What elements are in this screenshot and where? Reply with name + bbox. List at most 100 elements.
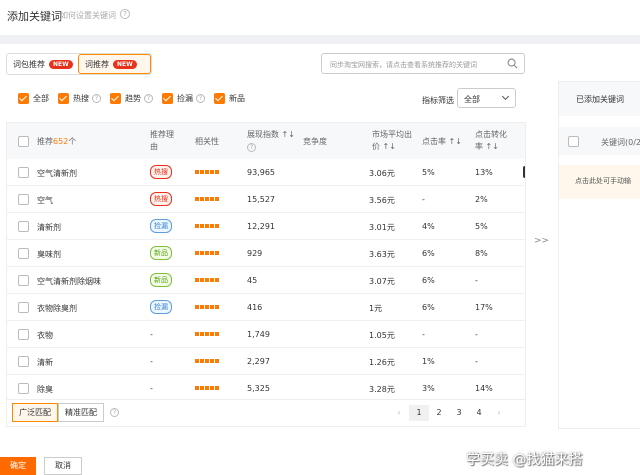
metric-filter-select[interactable]: 全部 [457,88,516,108]
reason-tag: 新品 [150,273,172,287]
cvr-cell: 17% [475,303,493,312]
filter-hot[interactable]: 热搜 ? [58,93,101,104]
col-cvr[interactable]: 点击转化率 ↑↓ [475,129,513,153]
table-row[interactable]: 除臭 - 5,325 3.28元 3% 14% [7,375,525,399]
row-checkbox[interactable] [18,275,29,286]
table-header: 推荐652个 推荐理由 相关性 展现指数 ↑↓? 竞争度 市场平均出价 ↑↓ 点… [7,123,525,159]
filter-new[interactable]: 新品 [214,93,245,104]
select-value: 全部 [464,95,480,104]
select-all-checkbox[interactable] [568,136,579,147]
exact-match-button[interactable]: 精准匹配 [58,403,104,422]
price-cell: 3.56元 [369,196,395,205]
col-competition: 竞争度 [303,137,327,146]
col-ctr[interactable]: 点击率 ↑↓ [422,136,462,148]
help-icon[interactable]: ? [110,408,119,417]
relevance-stars [195,332,219,336]
cancel-button[interactable]: 取消 [44,457,82,475]
dialog-header: 添加关键词 如何设置关键词 ? [0,0,640,28]
select-all-checkbox[interactable] [18,136,29,147]
tab-package-recommend[interactable]: 词包推荐 NEW [7,54,78,74]
price-cell: 3.06元 [369,169,395,178]
help-icon[interactable]: ? [247,143,256,152]
row-checkbox[interactable] [18,167,29,178]
filter-trend[interactable]: 趋势 ? [110,93,153,104]
scrollbar-thumb[interactable] [523,166,525,178]
ctr-cell: 6% [422,276,435,285]
cvr-cell: - [475,276,478,285]
col-impressions[interactable]: 展现指数 ↑↓? [247,129,295,153]
relevance-stars [195,278,219,282]
cvr-cell: - [475,330,478,339]
page-button[interactable]: 1 [409,405,429,421]
dialog-title: 添加关键词 [7,10,62,23]
recommend-count: 652 [53,137,69,146]
search-icon[interactable] [507,58,518,69]
relevance-stars [195,197,219,201]
price-cell: 1元 [369,304,383,313]
keyword-cell: 清新剂 [37,223,61,232]
broad-match-button[interactable]: 广泛匹配 [12,403,58,422]
relevance-stars [195,224,219,228]
table-row[interactable]: 空气清新剂除烟味 新品 45 3.07元 6% - [7,267,525,294]
table-row[interactable]: 衣物除臭剂 捡漏 416 1元 6% 17% [7,294,525,321]
page-button[interactable]: 3 [449,405,469,421]
table-row[interactable]: 清新剂 捡漏 12,291 3.01元 4% 5% [7,213,525,240]
cvr-cell: 8% [475,249,488,258]
keyword-cell: 衣物 [37,331,53,340]
keyword-cell: 空气清新剂 [37,169,77,178]
keyword-search-input[interactable]: 同步淘宝网搜索，请点击查看系统推荐的关键词 [321,53,525,74]
transfer-button[interactable]: >> [534,236,549,246]
new-badge: NEW [49,59,73,69]
impressions-cell: 93,965 [247,168,275,177]
confirm-button[interactable]: 确定 [0,457,36,475]
help-icon[interactable]: ? [144,94,153,103]
col-recommend-suffix: 个 [68,137,77,146]
help-icon[interactable]: ? [120,9,130,19]
table-footer: 广泛匹配 精准匹配 ? ‹ 1 2 3 4 › [6,399,526,427]
help-icon[interactable]: ? [196,94,205,103]
filter-label: 热搜 [73,94,89,103]
help-link[interactable]: 如何设置关键词 [60,10,116,21]
impressions-cell: 929 [247,249,263,258]
relevance-stars [195,359,219,363]
tab-word-recommend[interactable]: 词推荐 NEW [78,54,151,74]
row-checkbox[interactable] [18,248,29,259]
row-checkbox[interactable] [18,302,29,313]
prev-page-button[interactable]: ‹ [389,405,409,421]
row-checkbox[interactable] [18,329,29,340]
price-cell: 1.05元 [369,331,395,340]
table-row[interactable]: 清新 - 2,297 1.26元 1% - [7,348,525,375]
col-relevance: 相关性 [195,137,219,146]
reason-empty: - [150,330,153,339]
row-checkbox[interactable] [18,356,29,367]
next-page-button[interactable]: › [489,405,509,421]
ctr-cell: 4% [422,222,435,231]
ctr-cell: - [422,330,425,339]
panel-title: 已添加关键词 [576,95,624,104]
checkbox[interactable] [214,93,225,104]
row-checkbox[interactable] [18,194,29,205]
col-price[interactable]: 市场平均出价 ↑↓ [372,129,416,153]
keyword-table: 推荐652个 推荐理由 相关性 展现指数 ↑↓? 竞争度 市场平均出价 ↑↓ 点… [6,122,526,400]
help-icon[interactable]: ? [92,94,101,103]
filter-pick[interactable]: 捡漏 ? [162,93,205,104]
table-row[interactable]: 空气清新剂 热搜 93,965 3.06元 5% 13% [7,159,525,186]
ctr-cell: 3% [422,384,435,393]
tab-label: 词推荐 [85,59,109,69]
impressions-cell: 12,291 [247,222,275,231]
checkbox[interactable] [18,93,29,104]
filter-all[interactable]: 全部 [18,93,49,104]
table-row[interactable]: 空气 热搜 15,527 3.56元 - 2% [7,186,525,213]
page-button[interactable]: 4 [469,405,489,421]
row-checkbox[interactable] [18,383,29,394]
table-row[interactable]: 衣物 - 1,749 1.05元 - - [7,321,525,348]
checkbox[interactable] [110,93,121,104]
row-checkbox[interactable] [18,221,29,232]
manual-input-hint[interactable]: 点击此处可手动输 [559,165,640,199]
page-button[interactable]: 2 [429,405,449,421]
checkbox[interactable] [58,93,69,104]
col-recommend: 推荐652个 [37,136,76,148]
checkbox[interactable] [162,93,173,104]
table-row[interactable]: 臭味剂 新品 929 3.63元 6% 8% [7,240,525,267]
col-price-label: 市场平均出价 [372,130,412,151]
